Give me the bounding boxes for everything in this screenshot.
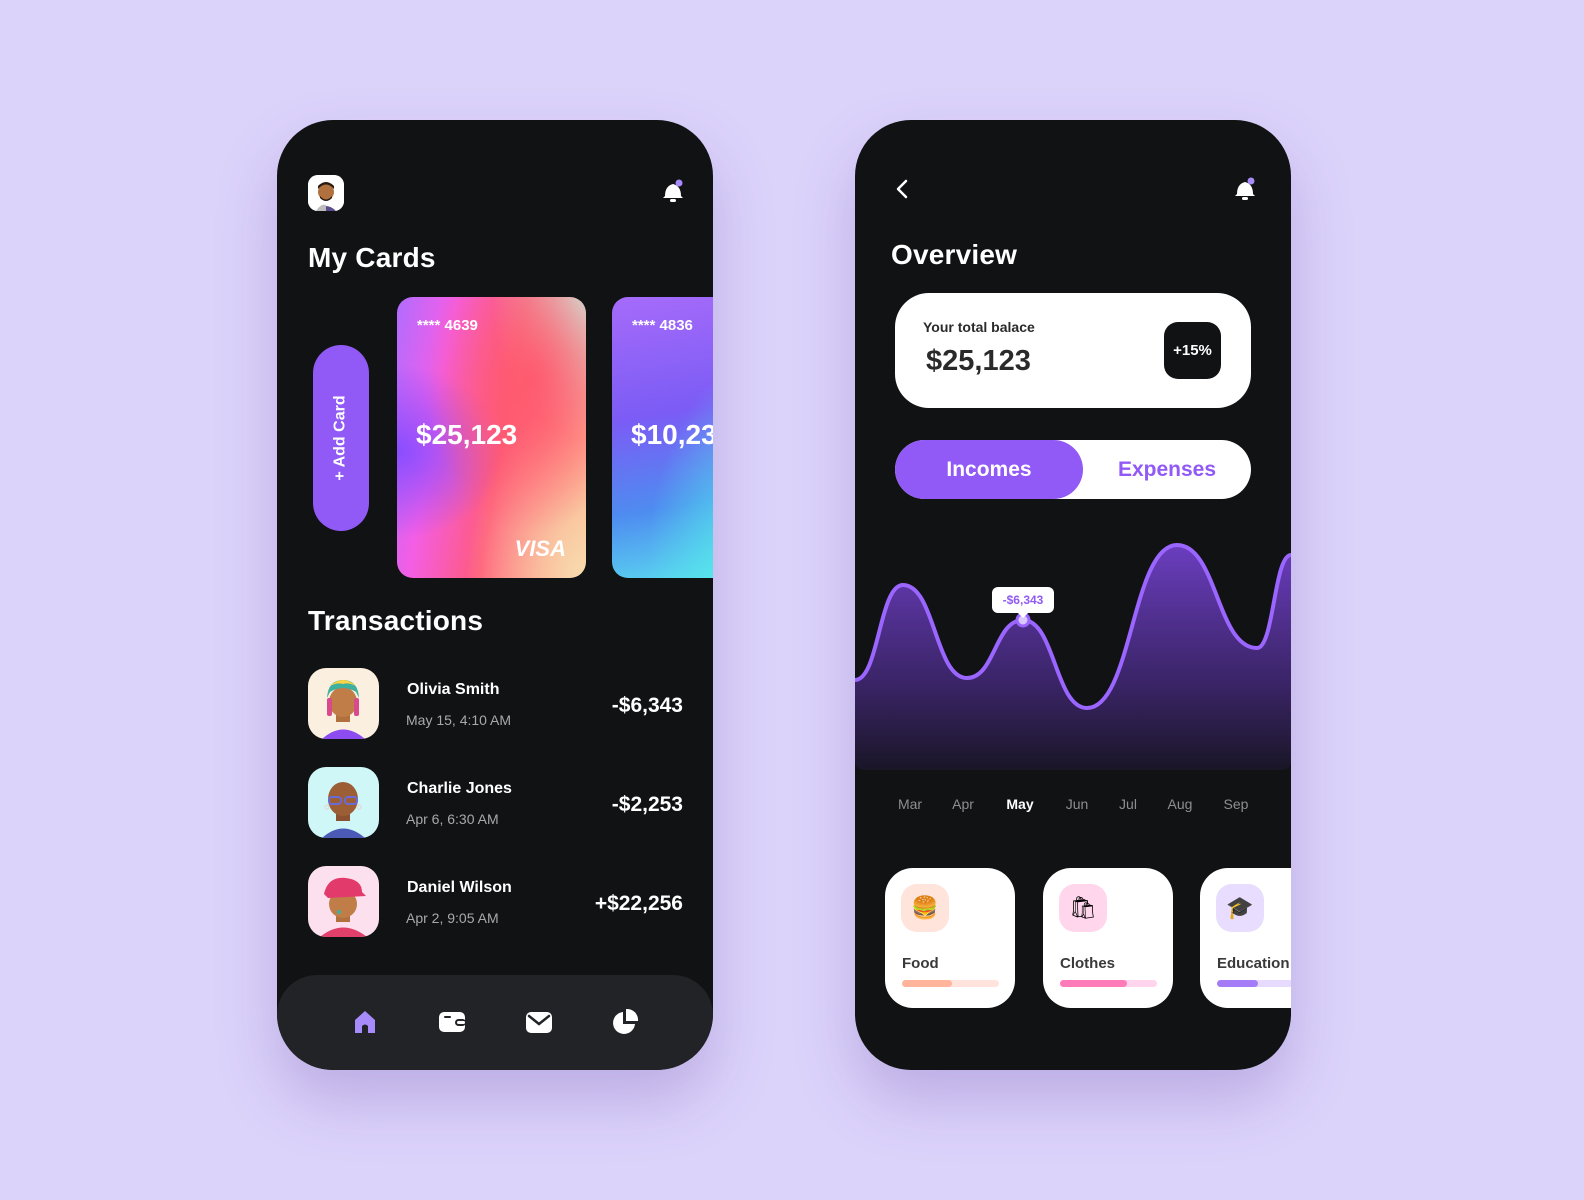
month-label-sep[interactable]: Sep	[1224, 796, 1249, 812]
balance-value: $25,123	[926, 345, 1031, 377]
payment-card[interactable]: **** 4836 $10,23	[612, 297, 713, 578]
card-number: **** 4836	[632, 317, 693, 334]
category-label: Education	[1217, 955, 1290, 972]
bottom-navigation	[277, 975, 713, 1070]
my-cards-screen: My Cards + Add Card **** 4639 $25,123 VI…	[277, 120, 713, 1070]
month-label-mar[interactable]: Mar	[898, 796, 922, 812]
progress-fill	[1217, 980, 1258, 987]
month-label-jul[interactable]: Jul	[1119, 796, 1137, 812]
category-progress-bar	[1217, 980, 1291, 987]
person-avatar-icon	[322, 782, 365, 838]
avatar	[308, 866, 379, 937]
visa-logo: VISA	[514, 536, 566, 561]
card-balance: $25,123	[416, 419, 518, 450]
progress-fill	[902, 980, 953, 987]
change-badge: +15%	[1164, 322, 1221, 379]
tab-incomes[interactable]: Incomes	[895, 440, 1083, 499]
page-title: Overview	[891, 239, 1018, 270]
graduation-cap-icon: 🎓	[1216, 884, 1264, 932]
total-balance-card: Your total balace $25,123 +15%	[895, 293, 1251, 408]
month-label-may[interactable]: May	[1006, 796, 1033, 812]
page-title: My Cards	[308, 242, 436, 273]
transaction-amount: -$2,253	[611, 793, 683, 816]
transaction-date: Apr 2, 9:05 AM	[406, 910, 499, 926]
transactions-heading: Transactions	[308, 605, 484, 636]
chevron-left-icon	[896, 179, 908, 199]
notification-bell-icon[interactable]	[1233, 176, 1257, 202]
payment-card[interactable]: **** 4639 $25,123 VISA	[397, 297, 586, 578]
avatar	[308, 668, 379, 739]
category-card-food[interactable]: 🍔 Food	[885, 868, 1015, 1008]
balance-label: Your total balace	[923, 319, 1035, 335]
transaction-amount: +$22,256	[594, 892, 683, 915]
income-area-chart[interactable]	[855, 530, 1291, 770]
chart-tooltip: -$6,343	[992, 587, 1054, 618]
burger-icon: 🍔	[901, 884, 949, 932]
shopping-bags-icon: 🛍	[1059, 884, 1107, 932]
tab-expenses[interactable]: Expenses	[1083, 440, 1251, 499]
income-expense-toggle: Incomes Expenses	[895, 440, 1251, 499]
person-avatar-icon	[320, 877, 367, 937]
back-button[interactable]	[893, 178, 913, 200]
add-card-button[interactable]: + Add Card	[313, 345, 369, 531]
category-label: Food	[902, 955, 939, 972]
nav-wallet[interactable]	[437, 1007, 467, 1037]
transaction-amount: -$6,343	[611, 694, 683, 717]
nav-home[interactable]	[350, 1007, 380, 1037]
month-label-jun[interactable]: Jun	[1066, 796, 1089, 812]
transaction-date: May 15, 4:10 AM	[406, 712, 512, 728]
user-avatar-icon	[308, 175, 344, 211]
category-card-education[interactable]: 🎓 Education	[1200, 868, 1291, 1008]
wallet-icon	[439, 1012, 466, 1032]
transaction-row[interactable]: Olivia Smith May 15, 4:10 AM -$6,343	[308, 668, 683, 740]
transaction-date: Apr 6, 6:30 AM	[406, 811, 499, 827]
category-label: Clothes	[1060, 955, 1116, 972]
category-card-clothes[interactable]: 🛍 Clothes	[1043, 868, 1173, 1008]
chart-area-fill	[855, 545, 1291, 770]
pie-chart-icon	[613, 1008, 639, 1034]
month-axis: Mar Apr May Jun Jul Aug Sep	[855, 796, 1291, 816]
overview-screen: Overview Your total balace $25,123 +15% …	[855, 120, 1291, 1070]
card-number: **** 4639	[417, 317, 478, 334]
month-label-apr[interactable]: Apr	[952, 796, 974, 812]
notification-bell-icon[interactable]	[661, 178, 685, 204]
avatar	[308, 767, 379, 838]
progress-fill	[1060, 980, 1127, 987]
transaction-name: Daniel Wilson	[407, 879, 512, 896]
card-balance: $10,23	[631, 419, 713, 450]
category-progress-bar	[902, 980, 999, 987]
category-progress-bar	[1060, 980, 1157, 987]
transaction-row[interactable]: Daniel Wilson Apr 2, 9:05 AM +$22,256	[308, 866, 683, 938]
user-avatar[interactable]	[308, 175, 344, 211]
transaction-name: Olivia Smith	[407, 681, 500, 698]
transaction-row[interactable]: Charlie Jones Apr 6, 6:30 AM -$2,253	[308, 767, 683, 839]
month-label-aug[interactable]: Aug	[1168, 796, 1193, 812]
nav-statistics[interactable]	[610, 1007, 640, 1037]
nav-messages[interactable]	[524, 1007, 554, 1037]
person-avatar-icon	[322, 680, 365, 739]
home-icon	[355, 1011, 375, 1033]
add-card-label: + Add Card	[332, 395, 350, 481]
mail-icon	[526, 1012, 552, 1033]
transaction-name: Charlie Jones	[407, 780, 512, 797]
